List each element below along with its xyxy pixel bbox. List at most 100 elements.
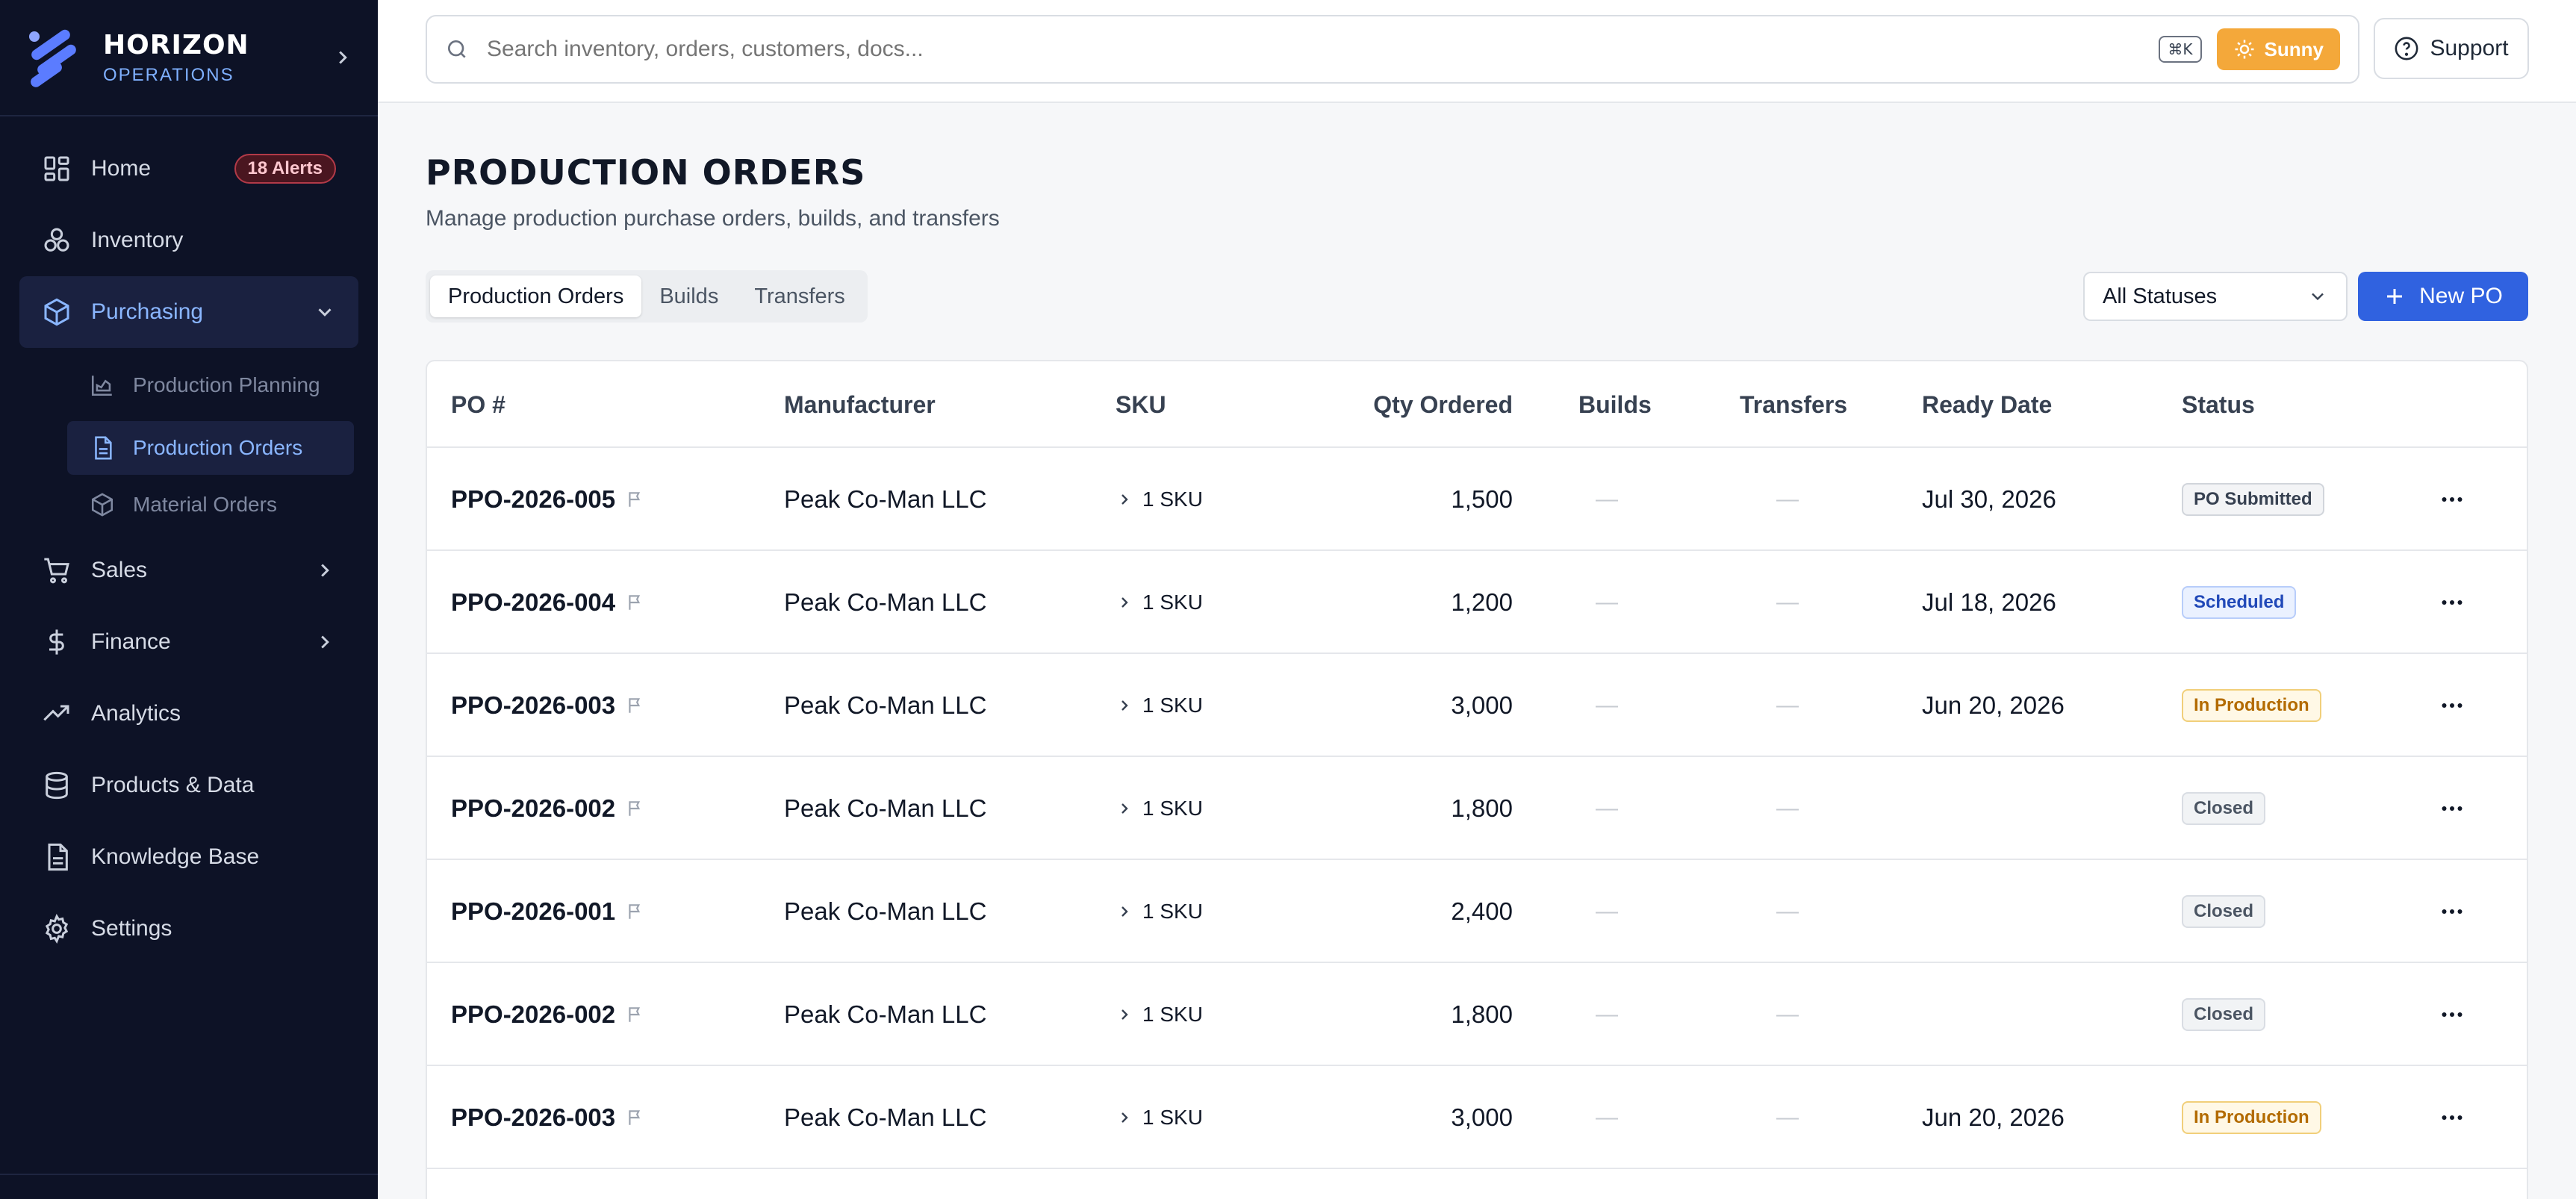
flag-icon[interactable] <box>626 1005 645 1024</box>
alerts-badge[interactable]: 18 Alerts <box>234 154 336 184</box>
sidebar-item-inventory[interactable]: Inventory <box>19 205 358 276</box>
po-number: PPO-2026-003 <box>451 1103 616 1131</box>
chevron-right-icon[interactable] <box>1116 903 1133 921</box>
flag-icon[interactable] <box>626 1108 645 1127</box>
more-horizontal-icon[interactable] <box>2439 486 2465 513</box>
tab-builds[interactable]: Builds <box>641 275 736 317</box>
po-number-cell[interactable]: PPO-2026-005 <box>451 448 645 551</box>
column-header-qty-ordered[interactable]: Qty Ordered <box>1316 361 1513 448</box>
chevron-right-icon[interactable] <box>332 46 354 69</box>
manufacturer-cell: Peak Co-Man LLC <box>784 1000 987 1028</box>
sidebar-item-knowledge-base[interactable]: Knowledge Base <box>19 821 358 893</box>
search-input[interactable] <box>487 37 2159 62</box>
chevron-right-icon[interactable] <box>1116 1006 1133 1024</box>
tab-transfers[interactable]: Transfers <box>736 275 862 317</box>
more-horizontal-icon[interactable] <box>2439 898 2465 925</box>
row-actions-cell[interactable] <box>2439 1066 2465 1169</box>
support-button[interactable]: Support <box>2374 18 2529 79</box>
table-row[interactable]: PPO-2026-002 Peak Co-Man LLC 1 SKU 1,800… <box>427 757 2527 860</box>
sidebar-item-analytics[interactable]: Analytics <box>19 678 358 750</box>
po-number-cell[interactable]: PPO-2026-003 <box>451 1066 645 1169</box>
sku-cell[interactable]: 1 SKU <box>1116 963 1203 1066</box>
flag-icon[interactable] <box>626 593 645 612</box>
table-row[interactable]: PPO-2026-002 Peak Co-Man LLC 1 SKU 1,800… <box>427 963 2527 1066</box>
flag-icon[interactable] <box>626 799 645 818</box>
chevron-right-icon[interactable] <box>1116 697 1133 714</box>
column-header-sku[interactable]: SKU <box>1116 361 1166 448</box>
sku-cell[interactable]: 1 SKU <box>1116 448 1203 551</box>
status-cell: In Production <box>2182 1066 2321 1169</box>
sku-cell[interactable]: 1 SKU <box>1116 1066 1203 1169</box>
sku-count: 1 SKU <box>1142 1003 1203 1026</box>
po-number-cell[interactable]: PPO-2026-002 <box>451 757 645 860</box>
sidebar-item-finance[interactable]: Finance <box>19 606 358 678</box>
builds-cell: — <box>1596 899 1618 924</box>
sku-cell[interactable]: 1 SKU <box>1116 654 1203 757</box>
column-header-po[interactable]: PO # <box>451 361 505 448</box>
dollar-icon <box>49 629 64 655</box>
sidebar-subitem-production-planning[interactable]: Production Planning <box>67 348 354 423</box>
sidebar-subitem-label: Material Orders <box>133 493 277 516</box>
qty-ordered-cell: 3,000 <box>1451 1103 1513 1131</box>
table-row[interactable]: PPO-2026-003 Peak Co-Man LLC 1 SKU 3,000… <box>427 654 2527 757</box>
brand[interactable]: HORIZON OPERATIONS <box>0 0 378 116</box>
sidebar-item-sales[interactable]: Sales <box>19 535 358 606</box>
sku-cell[interactable]: 1 SKU <box>1116 551 1203 654</box>
builds-cell: — <box>1596 796 1618 820</box>
sidebar-subitem-label: Production Planning <box>133 373 320 396</box>
flag-icon[interactable] <box>626 902 645 921</box>
row-actions-cell[interactable] <box>2439 963 2465 1066</box>
chevron-right-icon[interactable] <box>1116 490 1133 508</box>
flag-icon[interactable] <box>626 490 645 509</box>
search-bar[interactable]: ⌘K Sunny <box>426 15 2359 84</box>
sku-cell[interactable]: 1 SKU <box>1116 860 1203 963</box>
sku-cell[interactable]: 1 SKU <box>1116 757 1203 860</box>
weather-badge[interactable]: Sunny <box>2216 28 2340 70</box>
sidebar-item-home[interactable]: Home 18 Alerts <box>19 133 358 205</box>
tab-production-orders[interactable]: Production Orders <box>430 275 642 317</box>
chevron-right-icon[interactable] <box>314 631 336 653</box>
table-row[interactable]: PPO-2026-004 Peak Co-Man LLC 1 SKU 1,200… <box>427 551 2527 654</box>
column-header-ready-date[interactable]: Ready Date <box>1922 361 2052 448</box>
sidebar-item-settings[interactable]: Settings <box>19 893 358 965</box>
row-actions-cell[interactable] <box>2439 860 2465 963</box>
po-number-cell[interactable]: PPO-2026-002 <box>451 963 645 1066</box>
po-number-cell[interactable]: PPO-2026-004 <box>451 551 645 654</box>
new-po-button[interactable]: New PO <box>2358 272 2528 321</box>
chevron-right-icon[interactable] <box>1116 594 1133 611</box>
column-header-builds[interactable]: Builds <box>1578 361 1652 448</box>
chart-icon <box>91 376 112 396</box>
chevron-right-icon[interactable] <box>1116 800 1133 818</box>
column-header-status[interactable]: Status <box>2182 361 2255 448</box>
more-horizontal-icon[interactable] <box>2439 1104 2465 1131</box>
sidebar-item-purchasing[interactable]: Purchasing <box>19 276 358 348</box>
column-header-manufacturer[interactable]: Manufacturer <box>784 361 936 448</box>
help-circle-icon <box>2395 37 2418 60</box>
status-filter-select[interactable]: All Statuses <box>2083 272 2348 321</box>
chevron-right-icon[interactable] <box>314 559 336 582</box>
more-horizontal-icon[interactable] <box>2439 589 2465 616</box>
more-horizontal-icon[interactable] <box>2439 795 2465 822</box>
sidebar-item-products-data[interactable]: Products & Data <box>19 750 358 821</box>
row-actions-cell[interactable] <box>2439 654 2465 757</box>
chevron-down-icon[interactable] <box>314 301 336 323</box>
sidebar-subitem-material-orders[interactable]: Material Orders <box>67 475 354 535</box>
sidebar-subitem-production-orders[interactable]: Production Orders <box>67 421 354 475</box>
more-horizontal-icon[interactable] <box>2439 692 2465 719</box>
ready-date-cell: Jul 30, 2026 <box>1922 485 2056 513</box>
flag-icon[interactable] <box>626 696 645 715</box>
chevron-right-icon[interactable] <box>1116 1109 1133 1127</box>
row-actions-cell[interactable] <box>2439 448 2465 551</box>
more-horizontal-icon[interactable] <box>2439 1001 2465 1028</box>
table-row[interactable]: PPO-2026-005 Peak Co-Man LLC 1 SKU 1,500… <box>427 448 2527 551</box>
row-actions-cell[interactable] <box>2439 757 2465 860</box>
status-cell: Closed <box>2182 860 2266 963</box>
row-actions-cell[interactable] <box>2439 551 2465 654</box>
po-number-cell[interactable]: PPO-2026-001 <box>451 860 645 963</box>
po-number: PPO-2026-001 <box>451 897 616 925</box>
table-row[interactable]: PPO-2026-001 Peak Co-Man LLC 1 SKU 2,400… <box>427 860 2527 963</box>
table-row[interactable]: PPO-2026-003 Peak Co-Man LLC 1 SKU 3,000… <box>427 1066 2527 1169</box>
sku-count: 1 SKU <box>1142 1106 1203 1129</box>
po-number-cell[interactable]: PPO-2026-003 <box>451 654 645 757</box>
column-header-transfers[interactable]: Transfers <box>1740 361 1847 448</box>
